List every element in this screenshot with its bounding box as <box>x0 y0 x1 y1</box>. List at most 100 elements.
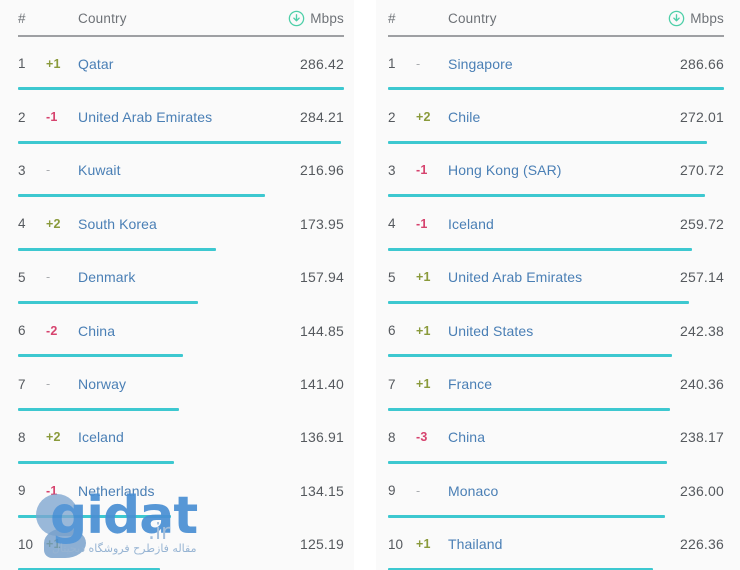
row-country-link[interactable]: Netherlands <box>78 483 286 499</box>
left-table-rows: 1 +1 Qatar 286.42 2 -1 United Arab Emirates 284… <box>18 37 344 570</box>
row-rank: 7 <box>388 376 396 392</box>
table-row[interactable]: 5 +1 United Arab Emirates 257.14 <box>388 251 724 304</box>
row-rank: 10 <box>18 536 34 552</box>
left-table-header: # Country Mbps <box>18 0 344 33</box>
table-row[interactable]: 7 - Norway 141.40 <box>18 357 344 410</box>
row-speed-value: 134.15 <box>299 482 344 499</box>
header-speed-label: Mbps <box>310 11 344 26</box>
left-ranking-panel: # Country Mbps 1 +1 Qatar 286.42 2 -1 United A… <box>0 0 362 570</box>
row-speed-value: 238.17 <box>679 429 724 446</box>
row-rank-change: - <box>46 377 51 392</box>
row-rank-change: +2 <box>46 430 61 445</box>
row-speed-bar <box>18 407 180 411</box>
header-rank: # <box>18 11 26 26</box>
row-country-link[interactable]: Iceland <box>78 429 286 445</box>
row-speed-value: 157.94 <box>299 269 344 286</box>
row-country-link[interactable]: China <box>448 429 666 445</box>
row-country-link[interactable]: Chile <box>448 109 666 125</box>
right-table-rows: 1 - Singapore 286.66 2 +2 Chile 272.01 3 -1 Hong K… <box>388 37 724 570</box>
right-table-header: # Country Mbps <box>388 0 724 33</box>
row-rank-change: +1 <box>46 537 61 552</box>
row-speed-value: 259.72 <box>679 215 724 232</box>
row-speed-bar <box>18 140 342 144</box>
row-speed-value: 242.38 <box>679 322 724 339</box>
table-row[interactable]: 4 +2 South Korea 173.95 <box>18 197 344 250</box>
row-rank: 9 <box>388 483 396 499</box>
row-country-link[interactable]: Monaco <box>448 483 666 499</box>
row-rank-change: - <box>46 270 51 285</box>
row-country-link[interactable]: Kuwait <box>78 162 286 178</box>
table-row[interactable]: 1 - Singapore 286.66 <box>388 37 724 90</box>
row-speed-value: 236.00 <box>679 482 724 499</box>
row-rank-change: +2 <box>46 216 61 231</box>
download-circle-icon <box>288 10 305 27</box>
row-country-link[interactable]: United Arab Emirates <box>448 269 666 285</box>
header-country: Country <box>78 11 127 26</box>
table-row[interactable]: 6 +1 United States 242.38 <box>388 304 724 357</box>
row-speed-value: 240.36 <box>679 376 724 393</box>
row-speed-value: 270.72 <box>679 162 724 179</box>
row-country-link[interactable]: South Korea <box>78 216 286 232</box>
row-rank-change: -1 <box>416 163 428 178</box>
row-speed-bar <box>18 300 198 304</box>
table-row[interactable]: 2 +2 Chile 272.01 <box>388 90 724 143</box>
row-rank: 3 <box>388 162 396 178</box>
row-rank: 4 <box>18 216 26 232</box>
row-country-link[interactable]: United States <box>448 323 666 339</box>
table-row[interactable]: 8 -3 China 238.17 <box>388 411 724 464</box>
row-speed-bar <box>388 87 724 91</box>
table-row[interactable]: 10 +1 125.19 <box>18 518 344 570</box>
table-row[interactable]: 2 -1 United Arab Emirates 284.21 <box>18 90 344 143</box>
row-country-link[interactable]: Qatar <box>78 56 286 72</box>
row-rank-change: +2 <box>416 110 431 125</box>
table-row[interactable]: 8 +2 Iceland 136.91 <box>18 411 344 464</box>
row-rank: 5 <box>388 269 396 285</box>
row-rank-change: +1 <box>416 270 431 285</box>
row-speed-bar <box>388 461 668 465</box>
row-country-link[interactable]: Norway <box>78 376 286 392</box>
row-speed-bar <box>18 461 174 465</box>
row-speed-value: 125.19 <box>299 536 344 553</box>
row-country-link[interactable]: Denmark <box>78 269 286 285</box>
row-rank-change: -3 <box>416 430 428 445</box>
row-rank-change: -2 <box>46 323 58 338</box>
row-country-link[interactable]: France <box>448 376 666 392</box>
download-circle-icon <box>668 10 685 27</box>
row-speed-value: 173.95 <box>299 215 344 232</box>
row-speed-bar <box>388 514 665 518</box>
row-country-link[interactable]: China <box>78 323 286 339</box>
row-rank-change: +1 <box>416 323 431 338</box>
row-country-link[interactable]: Singapore <box>448 56 666 72</box>
row-rank-change: +1 <box>416 537 431 552</box>
table-row[interactable]: 5 - Denmark 157.94 <box>18 251 344 304</box>
row-rank: 5 <box>18 269 26 285</box>
header-country: Country <box>448 11 497 26</box>
row-rank-change: - <box>416 56 421 71</box>
row-speed-value: 136.91 <box>299 429 344 446</box>
row-rank: 1 <box>388 56 396 72</box>
table-row[interactable]: 6 -2 China 144.85 <box>18 304 344 357</box>
table-row[interactable]: 10 +1 Thailand 226.36 <box>388 518 724 570</box>
row-rank: 4 <box>388 216 396 232</box>
row-country-link[interactable]: Iceland <box>448 216 666 232</box>
row-speed-bar <box>388 194 706 198</box>
row-rank-change: +1 <box>46 56 61 71</box>
row-speed-bar <box>18 194 265 198</box>
table-row[interactable]: 4 -1 Iceland 259.72 <box>388 197 724 250</box>
row-country-link[interactable]: Hong Kong (SAR) <box>448 162 666 178</box>
table-row[interactable]: 9 - Monaco 236.00 <box>388 464 724 517</box>
table-row[interactable]: 9 -1 Netherlands 134.15 <box>18 464 344 517</box>
row-rank: 7 <box>18 376 26 392</box>
table-row[interactable]: 7 +1 France 240.36 <box>388 357 724 410</box>
table-row[interactable]: 3 -1 Hong Kong (SAR) 270.72 <box>388 144 724 197</box>
row-rank: 8 <box>388 429 396 445</box>
row-country-link[interactable]: United Arab Emirates <box>78 109 286 125</box>
table-row[interactable]: 1 +1 Qatar 286.42 <box>18 37 344 90</box>
row-country-link[interactable]: Thailand <box>448 536 666 552</box>
row-speed-value: 144.85 <box>299 322 344 339</box>
row-rank: 10 <box>388 536 404 552</box>
row-rank: 2 <box>18 109 26 125</box>
table-row[interactable]: 3 - Kuwait 216.96 <box>18 144 344 197</box>
row-rank-change: - <box>416 483 421 498</box>
row-rank-change: +1 <box>416 377 431 392</box>
